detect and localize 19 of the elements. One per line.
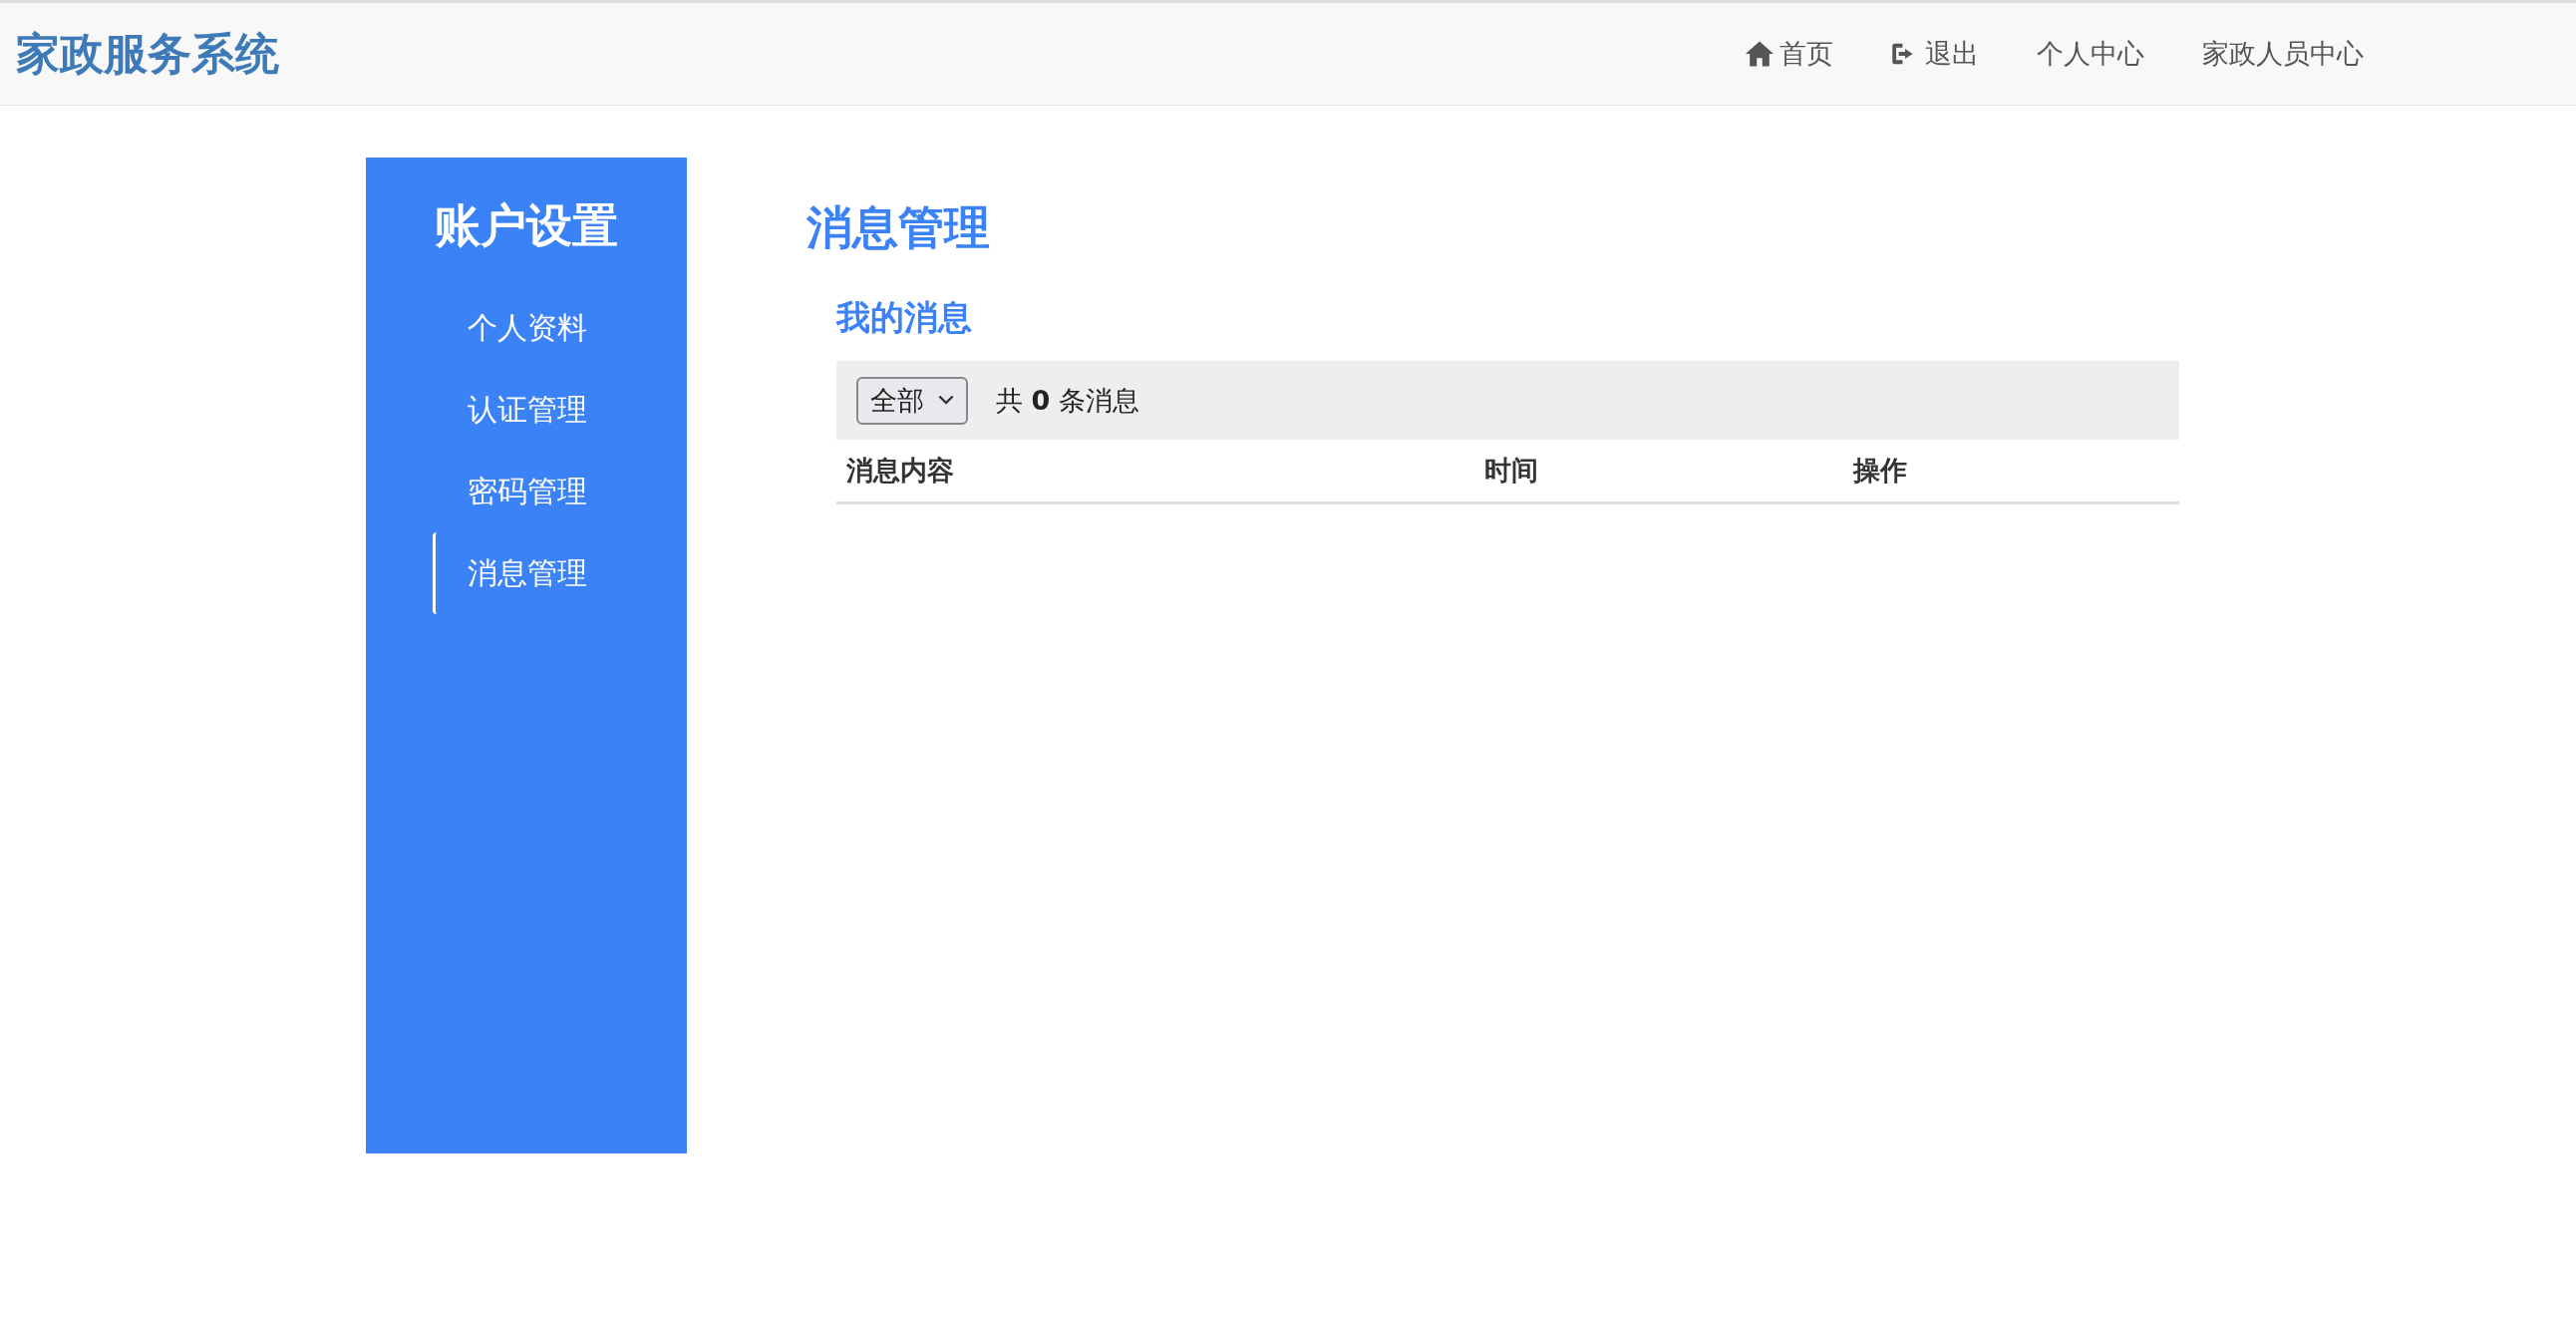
message-count: 共 0 条消息 (996, 383, 1139, 418)
nav-link[interactable]: 个人中心 (2037, 36, 2144, 72)
column-header: 时间 (1484, 454, 1539, 488)
sidebar-item[interactable]: 个人资料 (432, 287, 621, 369)
nav-link[interactable]: 家政人员中心 (2202, 36, 2364, 72)
column-header: 操作 (1853, 454, 1908, 488)
sidebar-item[interactable]: 认证管理 (432, 369, 621, 451)
sidebar-title: 账户设置 (435, 197, 618, 254)
column-header: 消息内容 (846, 454, 955, 488)
nav-link[interactable]: 首页 (1746, 36, 1833, 72)
filter-select[interactable]: 全部 (856, 376, 968, 425)
chevron-down-icon (938, 395, 954, 406)
sidebar-item[interactable]: 消息管理 (432, 532, 621, 614)
sidebar-item[interactable]: 密码管理 (432, 451, 621, 532)
section-title: 我的消息 (836, 296, 973, 339)
site-title: 家政服务系统 (16, 26, 279, 81)
nav-link[interactable]: 退出 (1891, 36, 1979, 72)
page-title: 消息管理 (806, 199, 991, 256)
home-icon (1746, 41, 1773, 67)
